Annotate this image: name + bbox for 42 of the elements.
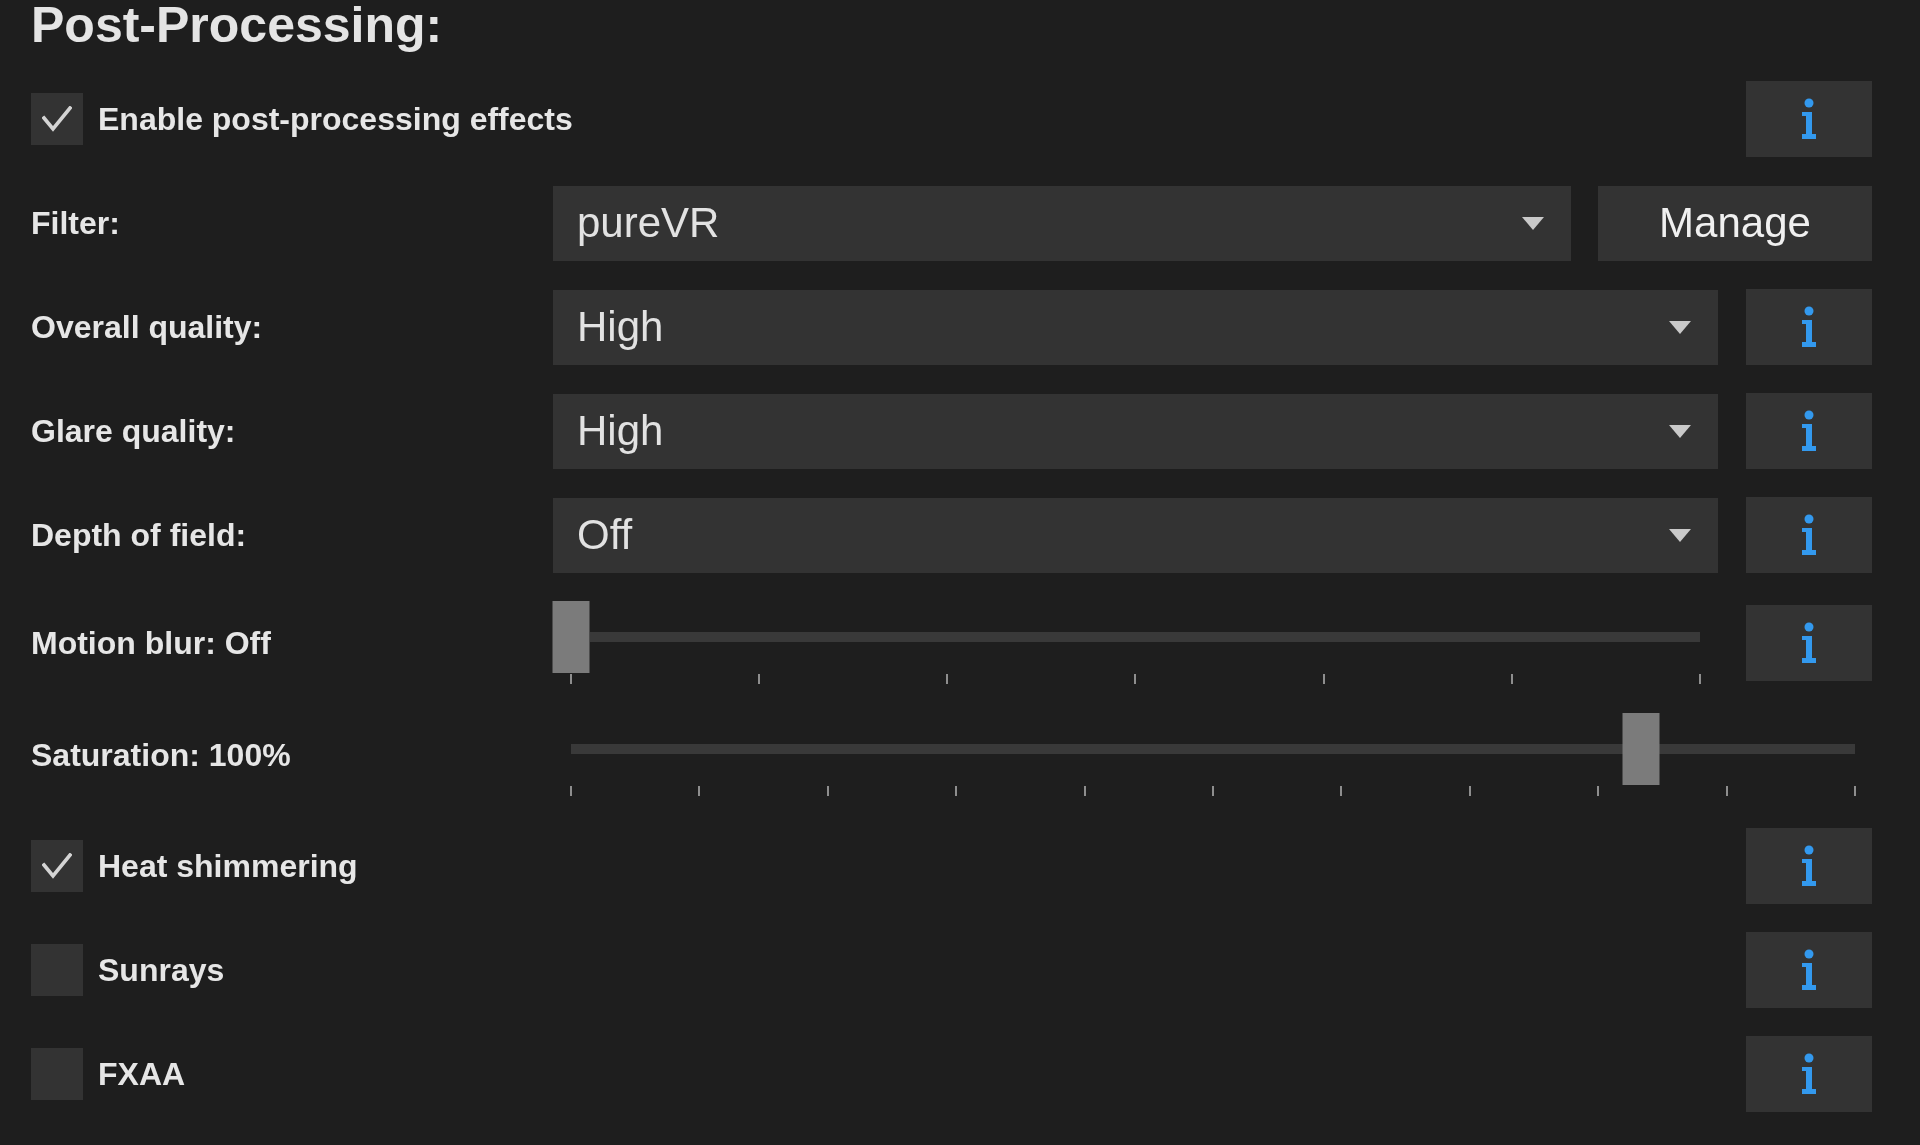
info-button[interactable] <box>1746 81 1872 157</box>
dropdown[interactable]: High <box>553 393 1718 469</box>
dropdown[interactable]: pureVR <box>553 185 1571 261</box>
checkbox[interactable] <box>31 93 83 145</box>
checkbox-label: Heat shimmering <box>98 847 358 885</box>
section-title: Post-Processing: <box>31 0 443 50</box>
setting-label: Glare quality: <box>31 412 236 450</box>
info-button[interactable] <box>1746 1036 1872 1112</box>
slider-thumb[interactable] <box>1622 713 1660 785</box>
caret-down-icon <box>1669 320 1691 334</box>
caret-down-icon <box>1522 216 1544 230</box>
setting-label: Depth of field: <box>31 516 247 554</box>
info-icon <box>1800 306 1818 348</box>
info-button[interactable] <box>1746 605 1872 681</box>
info-icon <box>1800 845 1818 887</box>
caret-down-icon <box>1669 528 1691 542</box>
info-icon <box>1800 514 1818 556</box>
checkbox-label: FXAA <box>98 1055 186 1093</box>
checkmark-icon <box>42 106 72 132</box>
checkmark-icon <box>42 853 72 879</box>
setting-label: Motion blur: Off <box>31 624 271 662</box>
info-button[interactable] <box>1746 828 1872 904</box>
slider-thumb[interactable] <box>552 601 590 673</box>
checkbox-label: Sunrays <box>98 951 225 989</box>
info-button[interactable] <box>1746 932 1872 1008</box>
setting-label: Saturation: 100% <box>31 736 291 774</box>
info-button[interactable] <box>1746 497 1872 573</box>
info-icon <box>1800 98 1818 140</box>
checkbox-label: Enable post-processing effects <box>98 100 573 138</box>
setting-label: Filter: <box>31 204 120 242</box>
dropdown[interactable]: Off <box>553 497 1718 573</box>
info-button[interactable] <box>1746 289 1872 365</box>
checkbox[interactable] <box>31 840 83 892</box>
manage-button[interactable]: Manage <box>1598 185 1872 261</box>
caret-down-icon <box>1669 424 1691 438</box>
info-icon <box>1800 410 1818 452</box>
info-button[interactable] <box>1746 393 1872 469</box>
info-icon <box>1800 949 1818 991</box>
info-icon <box>1800 1053 1818 1095</box>
setting-label: Overall quality: <box>31 308 263 346</box>
info-icon <box>1800 622 1818 664</box>
dropdown[interactable]: High <box>553 289 1718 365</box>
